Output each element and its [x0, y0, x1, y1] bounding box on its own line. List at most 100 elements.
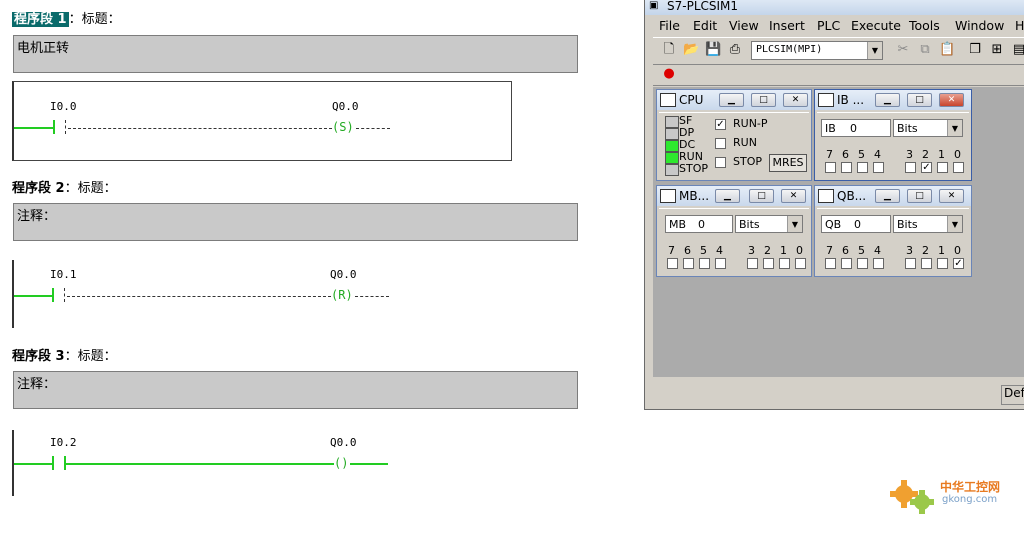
- qb-bit-3-checkbox[interactable]: [905, 258, 916, 269]
- copy-icon[interactable]: ⧉: [917, 42, 933, 58]
- mb-bit-4-checkbox[interactable]: [715, 258, 726, 269]
- ib-bit-0-checkbox[interactable]: [953, 162, 964, 173]
- network-2-comment[interactable]: 注释：: [13, 203, 578, 241]
- qb-bit-6-checkbox[interactable]: [841, 258, 852, 269]
- reset-coil[interactable]: (R): [331, 288, 353, 302]
- ib-bit-2-checkbox[interactable]: ✓: [921, 162, 932, 173]
- network-1-rung[interactable]: I0.0 Q0.0 (S): [12, 81, 512, 161]
- mb-bit-5-checkbox[interactable]: [699, 258, 710, 269]
- cpu-titlebar[interactable]: CPU ▁ □ ✕: [657, 90, 811, 110]
- ib-titlebar[interactable]: IB ... ▁ □ ✕: [815, 90, 971, 110]
- mb-bit-0-checkbox[interactable]: [795, 258, 806, 269]
- qb-titlebar[interactable]: QB... ▁ □ ✕: [815, 186, 971, 206]
- left-rail: [12, 260, 14, 328]
- menu-bar: File Edit View Insert PLC Execute Tools …: [645, 16, 1024, 36]
- ib-bit-1-checkbox[interactable]: [937, 162, 948, 173]
- ib-bit-6-checkbox[interactable]: [841, 162, 852, 173]
- open-icon[interactable]: 📂: [683, 42, 699, 58]
- close-button[interactable]: ✕: [781, 189, 806, 203]
- output-coil[interactable]: (): [334, 456, 348, 470]
- bit-label-7: 7: [826, 148, 833, 161]
- network-1-prefix: 程序段 1: [14, 12, 67, 27]
- maximize-button[interactable]: □: [749, 189, 774, 203]
- window-icon: [818, 93, 834, 107]
- network-3-comment[interactable]: 注释：: [13, 371, 578, 409]
- qb-bit-7-checkbox[interactable]: [825, 258, 836, 269]
- set-coil[interactable]: (S): [332, 120, 354, 134]
- mb-bit-1-checkbox[interactable]: [779, 258, 790, 269]
- minimize-button[interactable]: ▁: [719, 93, 744, 107]
- mb-offset: 0: [698, 218, 705, 231]
- connection-select[interactable]: PLCSIM(MPI) ▼: [751, 41, 883, 60]
- new-icon[interactable]: 🗋: [661, 42, 677, 58]
- maximize-button[interactable]: □: [907, 93, 932, 107]
- run-label: RUN: [733, 136, 757, 149]
- menu-plc[interactable]: PLC: [817, 18, 840, 33]
- menu-window[interactable]: Window: [955, 18, 1004, 33]
- maximize-button[interactable]: □: [751, 93, 776, 107]
- network-2-title[interactable]: 程序段 2：标题：: [12, 177, 117, 196]
- qb-address-field[interactable]: QB 0: [821, 215, 891, 233]
- contact-left: [52, 288, 54, 302]
- qb-offset: 0: [854, 218, 861, 231]
- ib-bit-7-checkbox[interactable]: [825, 162, 836, 173]
- mb-bit-7-checkbox[interactable]: [667, 258, 678, 269]
- qb-bit-2-checkbox[interactable]: [921, 258, 932, 269]
- menu-file[interactable]: File: [659, 18, 680, 33]
- run-p-checkbox[interactable]: ✓: [715, 119, 726, 130]
- bit-label-1: 1: [780, 244, 787, 257]
- network-3-title[interactable]: 程序段 3：标题：: [12, 345, 117, 364]
- cascade-icon[interactable]: ❐: [967, 42, 983, 58]
- save-icon[interactable]: 💾: [705, 42, 721, 58]
- qb-bit-0-checkbox[interactable]: ✓: [953, 258, 964, 269]
- menu-view[interactable]: View: [729, 18, 759, 33]
- print-icon[interactable]: ⎙: [727, 42, 743, 58]
- plcsim-titlebar[interactable]: ▣ S7-PLCSIM1: [645, 0, 1024, 15]
- arrange-icon[interactable]: ▤: [1011, 42, 1024, 58]
- minimize-button[interactable]: ▁: [875, 189, 900, 203]
- ib-body: IB 0 Bits ▼ 7 6 5 4 3 2 ✓ 1 0: [817, 112, 969, 179]
- breakpoint-icon[interactable]: ●: [661, 66, 677, 82]
- menu-execute[interactable]: Execute: [851, 18, 901, 33]
- close-button[interactable]: ✕: [939, 189, 964, 203]
- qb-format-select[interactable]: Bits ▼: [893, 215, 963, 233]
- run-checkbox[interactable]: [715, 138, 726, 149]
- network-1-title[interactable]: 程序段 1 ：标题：: [12, 8, 121, 27]
- mb-address-field[interactable]: MB 0: [665, 215, 733, 233]
- cut-icon[interactable]: ✂: [895, 42, 911, 58]
- mb-format-select[interactable]: Bits ▼: [735, 215, 803, 233]
- ib-address-field[interactable]: IB 0: [821, 119, 891, 137]
- mres-button[interactable]: MRES: [769, 154, 807, 172]
- minimize-button[interactable]: ▁: [715, 189, 740, 203]
- mb-bit-2-checkbox[interactable]: [763, 258, 774, 269]
- close-button[interactable]: ✕: [939, 93, 964, 107]
- bit-label-0: 0: [796, 244, 803, 257]
- mb-address: MB: [669, 218, 687, 231]
- tile-icon[interactable]: ⊞: [989, 42, 1005, 58]
- menu-tools[interactable]: Tools: [909, 18, 940, 33]
- qb-bit-1-checkbox[interactable]: [937, 258, 948, 269]
- power-flow-line: [14, 127, 54, 129]
- close-button[interactable]: ✕: [783, 93, 808, 107]
- network-1-comment[interactable]: 电机正转: [13, 35, 578, 73]
- stop-checkbox[interactable]: [715, 157, 726, 168]
- menu-help[interactable]: H: [1015, 18, 1024, 33]
- network-2-suffix: ：标题：: [64, 181, 117, 196]
- ib-bit-3-checkbox[interactable]: [905, 162, 916, 173]
- mb-bit-3-checkbox[interactable]: [747, 258, 758, 269]
- gear-icon: [890, 480, 934, 514]
- coil-address: Q0.0: [330, 268, 357, 281]
- paste-icon[interactable]: 📋: [939, 42, 955, 58]
- ib-bit-4-checkbox[interactable]: [873, 162, 884, 173]
- menu-insert[interactable]: Insert: [769, 18, 805, 33]
- qb-bit-4-checkbox[interactable]: [873, 258, 884, 269]
- menu-edit[interactable]: Edit: [693, 18, 717, 33]
- mb-bit-6-checkbox[interactable]: [683, 258, 694, 269]
- minimize-button[interactable]: ▁: [875, 93, 900, 107]
- maximize-button[interactable]: □: [907, 189, 932, 203]
- contact-right: [65, 120, 66, 134]
- ib-format-select[interactable]: Bits ▼: [893, 119, 963, 137]
- mb-titlebar[interactable]: MB... ▁ □ ✕: [657, 186, 811, 206]
- ib-bit-5-checkbox[interactable]: [857, 162, 868, 173]
- qb-bit-5-checkbox[interactable]: [857, 258, 868, 269]
